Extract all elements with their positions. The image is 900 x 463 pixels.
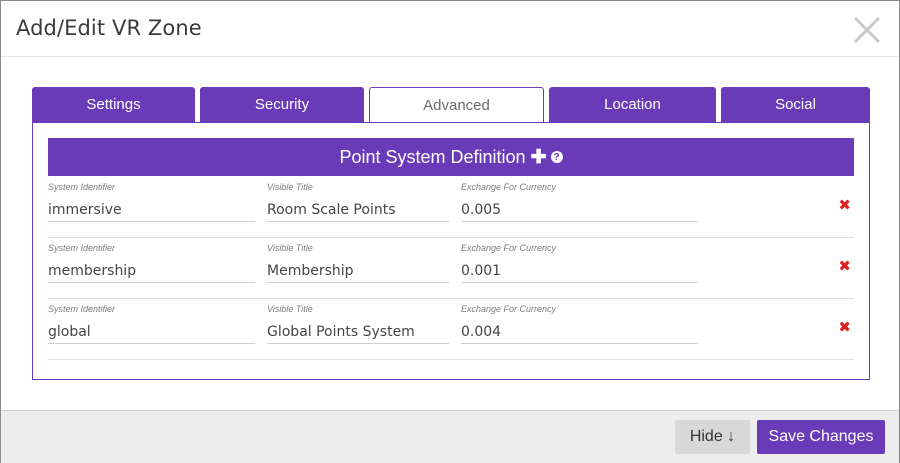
system-identifier-input[interactable] (48, 198, 255, 222)
close-icon[interactable] (852, 15, 882, 45)
tab-settings[interactable]: Settings (32, 87, 195, 122)
exchange-label: Exchange For Currency (461, 182, 557, 192)
help-icon[interactable]: ? (550, 151, 563, 163)
dialog-footer: Hide ↓ Save Changes (1, 410, 899, 463)
delete-icon[interactable]: ✖ (838, 257, 851, 275)
visible-title-label: Visible Title (267, 182, 313, 192)
system-identifier-label: System Identifier (48, 243, 116, 253)
point-system-row: System Identifier Visible Title Exchange… (48, 176, 854, 238)
tab-bar: Settings Security Advanced Location Soci… (32, 87, 870, 123)
visible-title-input[interactable] (267, 320, 449, 344)
system-identifier-label: System Identifier (48, 182, 116, 192)
exchange-field: Exchange For Currency (461, 176, 698, 222)
delete-icon[interactable]: ✖ (838, 196, 851, 214)
system-identifier-input[interactable] (48, 320, 255, 344)
hide-button[interactable]: Hide ↓ (675, 420, 750, 454)
system-identifier-field: System Identifier (48, 298, 255, 344)
system-identifier-input[interactable] (48, 259, 255, 283)
visible-title-input[interactable] (267, 198, 449, 222)
visible-title-field: Visible Title (267, 237, 449, 283)
exchange-input[interactable] (461, 198, 698, 222)
dialog-title: Add/Edit VR Zone (16, 16, 202, 40)
exchange-label: Exchange For Currency (461, 243, 557, 253)
system-identifier-field: System Identifier (48, 237, 255, 283)
tab-security[interactable]: Security (200, 87, 364, 122)
section-title: Point System Definition (339, 146, 526, 167)
plus-icon[interactable]: ✚ (531, 146, 547, 169)
system-identifier-label: System Identifier (48, 304, 116, 314)
exchange-field: Exchange For Currency (461, 298, 698, 344)
exchange-input[interactable] (461, 320, 698, 344)
point-system-header: Point System Definition ✚ ? (48, 138, 854, 176)
delete-icon[interactable]: ✖ (838, 318, 851, 336)
save-changes-button[interactable]: Save Changes (757, 420, 885, 454)
visible-title-field: Visible Title (267, 298, 449, 344)
visible-title-field: Visible Title (267, 176, 449, 222)
visible-title-label: Visible Title (267, 243, 313, 253)
dialog-header: Add/Edit VR Zone (1, 1, 899, 57)
exchange-field: Exchange For Currency (461, 237, 698, 283)
system-identifier-field: System Identifier (48, 176, 255, 222)
tab-social[interactable]: Social (721, 87, 870, 122)
visible-title-input[interactable] (267, 259, 449, 283)
tab-advanced[interactable]: Advanced (369, 87, 544, 123)
exchange-label: Exchange For Currency (461, 304, 557, 314)
point-system-row: System Identifier Visible Title Exchange… (48, 298, 854, 360)
vr-zone-dialog: Add/Edit VR Zone Settings Security Advan… (0, 0, 900, 463)
exchange-input[interactable] (461, 259, 698, 283)
advanced-panel: Point System Definition ✚ ? System Ident… (32, 122, 870, 380)
tab-location[interactable]: Location (549, 87, 716, 122)
point-system-row: System Identifier Visible Title Exchange… (48, 237, 854, 299)
visible-title-label: Visible Title (267, 304, 313, 314)
